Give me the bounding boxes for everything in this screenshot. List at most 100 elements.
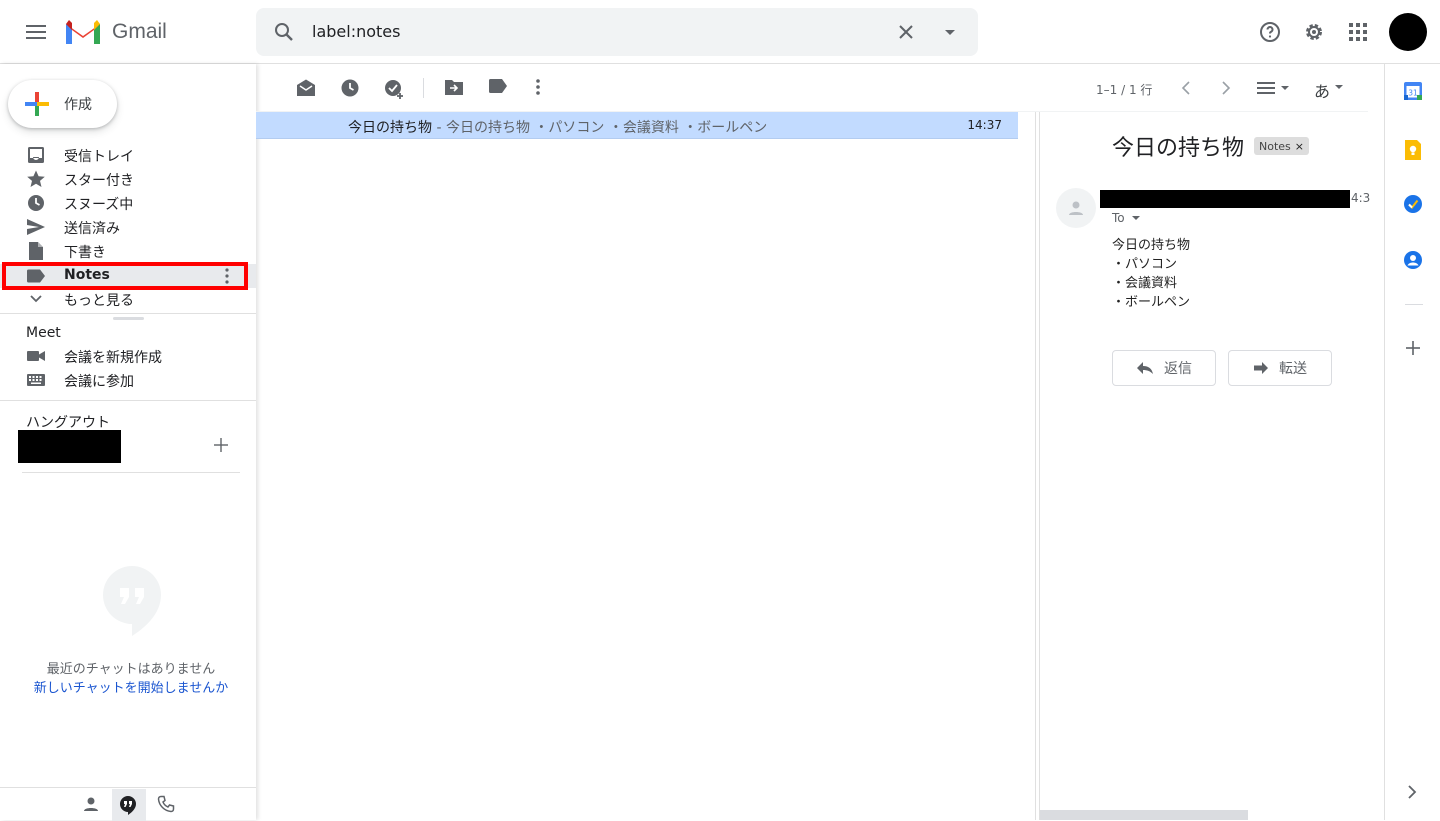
no-recent-chats-text: 最近のチャットはありません: [46, 662, 216, 677]
mark-as-read-icon[interactable]: [296, 78, 316, 98]
mail-snippet: - 今日の持ち物 ・パソコン ・会議資料 ・ボールペン: [432, 120, 768, 136]
sidebar-item-more[interactable]: もっと見る: [0, 287, 256, 311]
mail-time: 14:37: [967, 118, 1002, 132]
mail-toolbar: [256, 64, 1384, 112]
sidebar-item-label: スター付き: [64, 173, 134, 189]
sender-avatar[interactable]: [1056, 188, 1096, 228]
recipients-toggle[interactable]: To: [1112, 211, 1141, 225]
split-pane-toggle-icon[interactable]: [1256, 78, 1292, 98]
clear-search-icon[interactable]: [894, 20, 918, 44]
add-to-tasks-icon[interactable]: [384, 78, 406, 100]
compose-button[interactable]: 作成: [8, 80, 117, 128]
input-tools-chevron-icon[interactable]: [1334, 84, 1344, 92]
hangouts-bottom-bar: [0, 787, 256, 821]
input-tools-button[interactable]: あ: [1314, 78, 1330, 102]
sidebar-item-snoozed[interactable]: スヌーズ中: [0, 191, 256, 215]
hamburger-icon: [26, 25, 46, 39]
sidebar-item-drafts[interactable]: 下書き: [0, 239, 256, 263]
label-chip-text: Notes: [1259, 139, 1291, 153]
meet-join-meeting[interactable]: 会議に参加: [0, 368, 256, 392]
message-subject: 今日の持ち物: [1112, 136, 1245, 161]
svg-text:31: 31: [1408, 89, 1418, 98]
body-line: ・パソコン: [1112, 257, 1178, 272]
app-name: Gmail: [112, 20, 167, 43]
inbox-icon: [26, 146, 46, 164]
plus-icon: [25, 92, 49, 116]
meet-join-meeting-label: 会議に参加: [64, 374, 134, 390]
meet-new-meeting[interactable]: 会議を新規作成: [0, 344, 256, 368]
search-bar[interactable]: label:notes: [256, 8, 978, 56]
person-icon[interactable]: [82, 795, 100, 813]
sidebar-item-label: もっと見る: [64, 293, 134, 309]
sidebar-item-label: スヌーズ中: [64, 197, 134, 213]
sidebar-item-inbox[interactable]: 受信トレイ: [0, 143, 256, 167]
video-camera-icon: [26, 347, 46, 365]
calendar-icon[interactable]: 31: [1403, 81, 1423, 101]
message-time: 4:3: [1351, 191, 1371, 205]
sidebar-item-label: 受信トレイ: [64, 149, 134, 165]
keyboard-icon: [26, 371, 46, 389]
apps-grid-icon[interactable]: [1342, 16, 1374, 48]
divider: [423, 78, 424, 98]
hangouts-quote-icon: [100, 564, 164, 638]
mail-subject-text: 今日の持ち物: [348, 120, 432, 136]
compose-label: 作成: [64, 97, 92, 113]
reply-label: 返信: [1164, 361, 1192, 377]
expand-panel-chevron-icon[interactable]: [1407, 784, 1417, 800]
reply-button[interactable]: 返信: [1112, 350, 1216, 386]
prev-page-chevron-icon[interactable]: [1180, 78, 1192, 98]
next-page-chevron-icon[interactable]: [1220, 78, 1232, 98]
keep-icon[interactable]: [1403, 139, 1423, 161]
move-to-icon[interactable]: [444, 78, 464, 96]
label-chip[interactable]: Notes ×: [1254, 137, 1309, 155]
add-addon-icon[interactable]: [1406, 341, 1420, 355]
horizontal-scrollbar[interactable]: [1040, 810, 1248, 820]
message-body: 今日の持ち物 ・パソコン ・会議資料 ・ボールペン: [1112, 236, 1190, 312]
search-icon[interactable]: [272, 20, 296, 44]
forward-button[interactable]: 転送: [1228, 350, 1332, 386]
pane-divider[interactable]: [1035, 112, 1036, 820]
add-chat-icon[interactable]: [214, 438, 228, 452]
person-icon: [1069, 201, 1083, 215]
gmail-logo[interactable]: Gmail: [64, 16, 167, 48]
drag-handle[interactable]: [113, 317, 144, 320]
hangouts-user-redacted[interactable]: [18, 430, 121, 463]
search-options-icon[interactable]: [938, 20, 962, 44]
label-icon[interactable]: [488, 78, 508, 94]
file-icon: [26, 242, 46, 260]
account-avatar[interactable]: [1389, 13, 1427, 51]
meet-new-meeting-label: 会議を新規作成: [64, 350, 162, 366]
tasks-icon[interactable]: [1403, 194, 1423, 214]
contacts-icon[interactable]: [1403, 250, 1423, 270]
forward-label: 転送: [1279, 361, 1307, 377]
help-icon[interactable]: [1254, 16, 1286, 48]
sidebar-item-sent[interactable]: 送信済み: [0, 215, 256, 239]
more-vert-icon[interactable]: [536, 78, 540, 96]
search-input[interactable]: label:notes: [312, 22, 400, 41]
chevron-down-icon: [1131, 216, 1140, 220]
body-line: 今日の持ち物: [1112, 238, 1191, 253]
divider: [1405, 304, 1423, 305]
meet-title: Meet: [26, 325, 61, 341]
table-row[interactable]: 今日の持ち物 - 今日の持ち物 ・パソコン ・会議資料 ・ボールペン 14:37: [256, 112, 1018, 139]
start-new-chat-link[interactable]: 新しいチャットを開始しませんか: [0, 677, 262, 696]
sidebar-item-label: 下書き: [64, 245, 106, 261]
clock-icon: [26, 194, 46, 212]
phone-icon[interactable]: [157, 795, 175, 813]
main-menu-button[interactable]: [16, 12, 56, 52]
gmail-m-icon: [66, 20, 100, 44]
pagination-count: 1–1 / 1 行: [1096, 83, 1153, 97]
side-panel: 31: [1384, 64, 1440, 820]
sidebar-item-starred[interactable]: スター付き: [0, 167, 256, 191]
remove-label-icon[interactable]: ×: [1295, 140, 1304, 153]
snooze-clock-icon[interactable]: [340, 78, 360, 98]
chevron-down-icon: [26, 290, 46, 308]
to-label: To: [1112, 211, 1125, 225]
hangouts-icon[interactable]: [119, 795, 137, 815]
body-line: ・ボールペン: [1112, 295, 1191, 310]
mail-subject: 今日の持ち物 - 今日の持ち物 ・パソコン ・会議資料 ・ボールペン: [348, 117, 767, 137]
sidebar-item-label: 送信済み: [64, 221, 120, 237]
settings-gear-icon[interactable]: [1298, 16, 1330, 48]
sidebar: 作成 受信トレイ スター付き スヌーズ中 送信済み 下書き Notes もっと見…: [0, 64, 256, 821]
highlight-box: [2, 262, 248, 290]
